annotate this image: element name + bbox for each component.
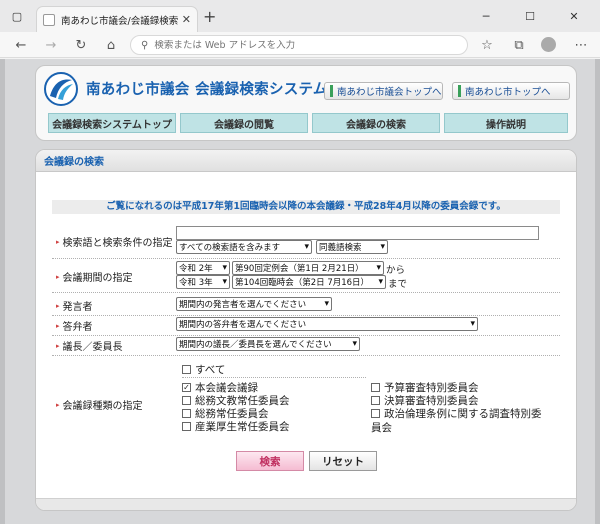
close-tab-icon[interactable]: ✕ — [182, 13, 191, 26]
city-top-label: 南あわじ市トップへ — [465, 87, 551, 98]
answerer-label: 答弁者 — [56, 318, 93, 333]
type-all-label: すべて — [195, 364, 226, 376]
checkbox-box[interactable] — [182, 422, 191, 431]
address-bar-row: ← → ↻ ⌂ ⚲ ☆ ⧉ ⋯ — [0, 32, 600, 58]
from-suffix: から — [386, 265, 406, 276]
site-header: 南あわじ市議会 会議録検索システム 南あわじ市議会トップへ 南あわじ市トップへ … — [35, 65, 577, 141]
keyword-label: 検索語と検索条件の指定 — [56, 234, 173, 249]
checkbox-box[interactable] — [371, 396, 380, 405]
to-suffix: まで — [388, 279, 408, 290]
city-top-link[interactable]: 南あわじ市トップへ — [452, 82, 570, 100]
chair-select[interactable]: 期間内の議長／委員長を選んでください — [176, 337, 360, 351]
reset-button[interactable]: リセット — [309, 451, 377, 471]
divider — [52, 292, 560, 293]
checkbox-box[interactable] — [371, 409, 380, 418]
type-label-wrap: 員会 — [371, 422, 392, 434]
browser-tab[interactable]: 南あわじ市議会/会議録検索システム ✕ — [36, 6, 198, 32]
close-window-icon[interactable]: ✕ — [552, 0, 596, 32]
forward-icon[interactable]: → — [42, 36, 60, 54]
minimize-icon[interactable]: ─ — [464, 0, 508, 32]
tab-strip: ▢ 南あわじ市議会/会議録検索システム ✕ + ─ ☐ ✕ — [0, 0, 600, 32]
link-marker-icon — [458, 85, 461, 97]
keyword-mode-select[interactable]: すべての検索語を含みます — [176, 240, 312, 254]
favorites-icon[interactable]: ☆ — [478, 36, 496, 54]
from-session-select[interactable]: 第90回定例会（第1日 2月21日） — [232, 261, 384, 275]
synonym-select[interactable]: 同義語検索 — [316, 240, 388, 254]
speaker-select[interactable]: 期間内の発言者を選んでください — [176, 297, 332, 311]
to-session-select[interactable]: 第104回臨時会（第2日 7月16日） — [232, 275, 386, 289]
maximize-icon[interactable]: ☐ — [508, 0, 552, 32]
page-icon — [43, 13, 55, 26]
tab-actions-icon[interactable]: ▢ — [0, 0, 34, 32]
panel-footer — [36, 498, 576, 510]
divider — [52, 258, 560, 259]
type-label: 産業厚生常任委員会 — [195, 421, 290, 433]
search-heading: 会議録の検索 — [36, 150, 576, 172]
site-title: 南あわじ市議会 会議録検索システム — [86, 82, 328, 98]
tab-system-top[interactable]: 会議録検索システムトップ — [48, 113, 176, 133]
divider — [52, 335, 560, 336]
address-input[interactable] — [154, 39, 455, 51]
tab-help[interactable]: 操作説明 — [444, 113, 568, 133]
type-all-checkbox[interactable]: すべて — [182, 362, 225, 377]
link-marker-icon — [330, 85, 333, 97]
chair-label: 議長／委員長 — [56, 338, 123, 353]
collections-icon[interactable]: ⧉ — [510, 36, 528, 54]
council-top-label: 南あわじ市議会トップへ — [337, 87, 442, 98]
tab-search[interactable]: 会議録の検索 — [312, 113, 440, 133]
to-year-select[interactable]: 令和 3年 — [176, 275, 230, 289]
search-button[interactable]: 検索 — [236, 451, 304, 471]
back-icon[interactable]: ← — [12, 36, 30, 54]
keyword-input[interactable] — [176, 226, 539, 240]
checkbox-box[interactable] — [371, 383, 380, 392]
checkbox-box[interactable] — [182, 365, 191, 374]
search-panel: 会議録の検索 ご覧になれるのは平成17年第1回臨時会以降の本会議録・平成28年4… — [35, 149, 577, 511]
type-checkbox-industry-welfare[interactable]: 産業厚生常任委員会 — [182, 419, 290, 434]
from-year-select[interactable]: 令和 2年 — [176, 261, 230, 275]
speaker-label: 発言者 — [56, 298, 93, 313]
checkbox-box[interactable] — [182, 409, 191, 418]
address-bar[interactable]: ⚲ — [130, 35, 468, 55]
type-label: 政治倫理条例に関する調査特別委 — [384, 408, 542, 420]
checkbox-box[interactable] — [182, 396, 191, 405]
divider — [52, 355, 560, 356]
refresh-icon[interactable]: ↻ — [72, 36, 90, 54]
new-tab-icon[interactable]: + — [203, 7, 216, 26]
search-icon: ⚲ — [141, 39, 149, 51]
answerer-select[interactable]: 期間内の答弁者を選んでください — [176, 317, 478, 331]
divider — [182, 377, 366, 378]
city-logo — [44, 72, 78, 106]
council-top-link[interactable]: 南あわじ市議会トップへ — [324, 82, 443, 100]
page-viewport: 南あわじ市議会 会議録検索システム 南あわじ市議会トップへ 南あわじ市トップへ … — [0, 59, 600, 524]
home-icon[interactable]: ⌂ — [102, 36, 120, 54]
type-checkbox-ethics[interactable]: 政治倫理条例に関する調査特別委 — [371, 406, 542, 421]
divider — [52, 315, 560, 316]
more-menu-icon[interactable]: ⋯ — [572, 36, 590, 54]
profile-avatar[interactable] — [541, 37, 556, 52]
availability-notice: ご覧になれるのは平成17年第1回臨時会以降の本会議録・平成28年4月以降の委員会… — [52, 200, 560, 214]
tab-title: 南あわじ市議会/会議録検索システム — [61, 15, 178, 27]
types-label: 会議録種類の指定 — [56, 397, 143, 412]
period-label: 会議期間の指定 — [56, 269, 133, 284]
tab-browse[interactable]: 会議録の閲覧 — [180, 113, 308, 133]
checkbox-box[interactable]: ✓ — [182, 383, 191, 392]
